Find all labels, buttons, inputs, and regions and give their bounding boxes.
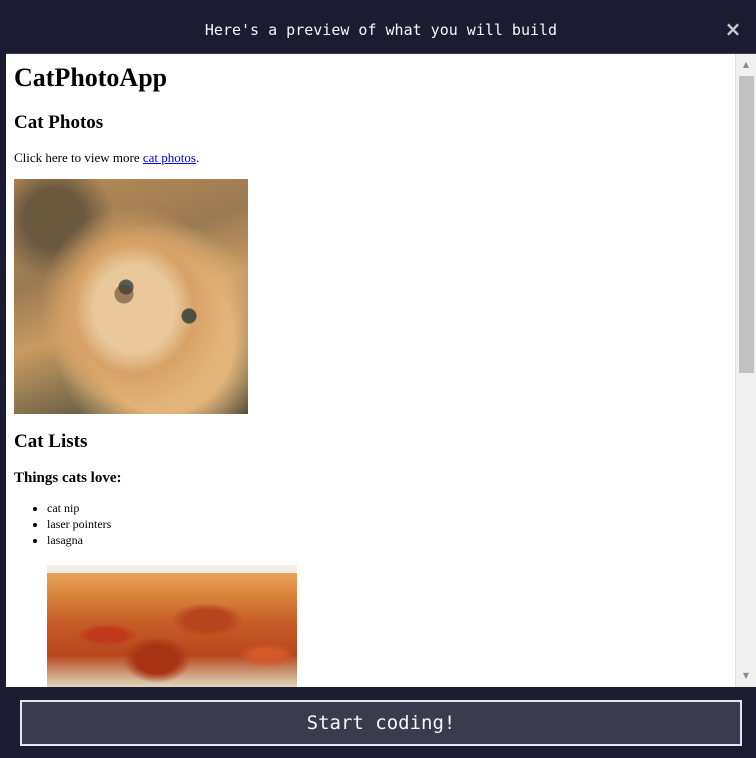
paragraph-suffix: . xyxy=(195,150,200,165)
list-item: cat nip xyxy=(47,500,111,516)
view-more-paragraph: Click here to view more cat photos. xyxy=(14,150,199,166)
scroll-down-arrow-icon[interactable]: ▼ xyxy=(736,667,756,685)
modal-footer: Start coding! xyxy=(6,687,756,758)
modal-header: Here's a preview of what you will build … xyxy=(6,6,756,54)
section-title-photos: Cat Photos xyxy=(14,112,104,133)
section-title-lists: Cat Lists xyxy=(14,431,88,452)
start-coding-button[interactable]: Start coding! xyxy=(20,700,742,746)
preview-content: CatPhotoApp Cat Photos Click here to vie… xyxy=(6,54,735,687)
cat-photos-link[interactable]: cat photos xyxy=(143,150,196,165)
paragraph-prefix: Click here to view more xyxy=(14,150,143,165)
scrollbar[interactable]: ▲ ▼ xyxy=(735,54,756,687)
list-item: lasagna xyxy=(47,532,111,548)
close-icon[interactable]: × xyxy=(720,16,746,42)
list-item: laser pointers xyxy=(47,516,111,532)
lasagna-photo xyxy=(47,565,297,687)
preview-modal: Here's a preview of what you will build … xyxy=(0,0,756,758)
app-title: CatPhotoApp xyxy=(14,63,168,92)
modal-title: Here's a preview of what you will build xyxy=(204,21,558,39)
preview-frame[interactable]: CatPhotoApp Cat Photos Click here to vie… xyxy=(6,54,756,687)
scroll-thumb[interactable] xyxy=(739,76,754,373)
cat-love-list: cat nip laser pointers lasagna xyxy=(14,500,111,548)
things-cats-love-title: Things cats love: xyxy=(14,470,122,486)
cat-photo[interactable] xyxy=(14,179,248,414)
scroll-up-arrow-icon[interactable]: ▲ xyxy=(736,56,756,74)
